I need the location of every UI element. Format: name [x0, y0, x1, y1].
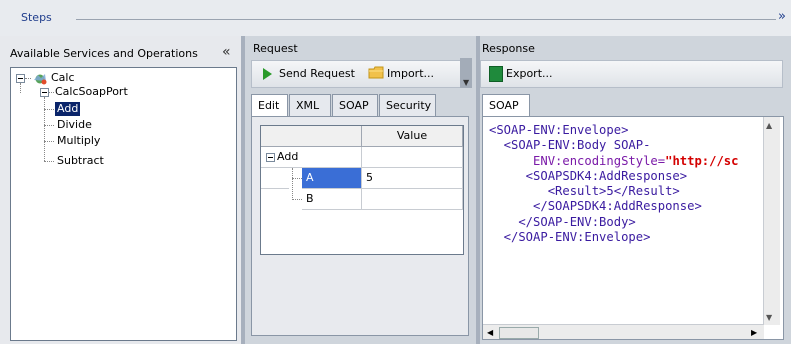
grid-name-a[interactable]: A: [302, 168, 362, 189]
tree-line: [25, 78, 31, 79]
tab-soap[interactable]: SOAP: [332, 94, 378, 116]
grid-tree-line: [292, 178, 302, 179]
response-tabs: SOAP: [482, 94, 782, 117]
xml-line: <SOAPSDK4:AddResponse>: [489, 168, 688, 183]
request-edit-content: Value Add A 5 B: [251, 116, 469, 336]
collapse-add-icon[interactable]: [266, 153, 275, 162]
grid-value-b[interactable]: [362, 189, 463, 210]
tree-item-calc[interactable]: Calc: [51, 71, 75, 85]
tree-line: [44, 141, 54, 142]
tree-line: [44, 97, 45, 161]
horizontal-scrollbar[interactable]: ◀ ▶: [483, 324, 764, 339]
tree-line: [49, 92, 54, 93]
response-title: Response: [482, 42, 535, 55]
soap-xml-text[interactable]: <SOAP-ENV:Envelope> <SOAP-ENV:Body SOAP-…: [489, 123, 759, 293]
services-tree[interactable]: Calc CalcSoapPort Add Divide Multiply Su…: [10, 67, 237, 341]
tab-xml[interactable]: XML: [289, 94, 331, 116]
request-panel: Request Send Request Import... ▼ Edit XM…: [245, 36, 476, 344]
response-toolbar: Export...: [480, 60, 783, 88]
service-icon: [34, 74, 47, 85]
send-request-button[interactable]: Send Request: [279, 67, 355, 80]
request-tabs: Edit XML SOAP Security: [251, 94, 463, 117]
export-button[interactable]: Export...: [506, 67, 553, 80]
response-soap-view: <SOAP-ENV:Envelope> <SOAP-ENV:Body SOAP-…: [482, 116, 784, 340]
tree-line: [44, 161, 54, 162]
folder-icon[interactable]: [368, 66, 384, 79]
tab-response-soap[interactable]: SOAP: [482, 94, 530, 117]
steps-divider: [76, 19, 776, 20]
tree-item-add[interactable]: Add: [55, 102, 81, 116]
request-title: Request: [253, 42, 298, 55]
tree-item-divide[interactable]: Divide: [57, 118, 92, 132]
xml-line: <SOAP-ENV:Envelope>: [489, 123, 629, 137]
collapse-port-icon[interactable]: [40, 88, 49, 97]
horizontal-scroll-thumb[interactable]: [499, 327, 539, 339]
play-icon[interactable]: [263, 68, 272, 80]
grid-tree-line: [292, 168, 293, 200]
xml-line: </SOAP-ENV:Body>: [489, 214, 636, 229]
grid-value-add[interactable]: [362, 147, 463, 168]
tree-line: [20, 83, 21, 93]
grid-header-value: Value: [362, 126, 463, 147]
collapse-calc-icon[interactable]: [16, 74, 25, 83]
grid-indent: [261, 168, 289, 189]
xml-line: </SOAPSDK4:AddResponse>: [489, 199, 702, 214]
scroll-left-icon[interactable]: ◀: [487, 328, 493, 337]
grid-row-add[interactable]: Add: [261, 147, 362, 168]
scroll-right-icon[interactable]: ▶: [751, 328, 757, 337]
grid-header-name: [261, 126, 362, 147]
grid-name-b[interactable]: B: [302, 189, 362, 210]
scroll-up-icon[interactable]: ▲: [766, 121, 772, 130]
export-icon[interactable]: [489, 66, 503, 82]
tree-item-multiply[interactable]: Multiply: [57, 134, 100, 148]
tab-edit[interactable]: Edit: [251, 94, 288, 117]
grid-tree-line: [292, 199, 302, 200]
tree-line: [44, 125, 54, 126]
tree-item-subtract[interactable]: Subtract: [57, 154, 104, 168]
steps-bar: Steps »: [0, 0, 791, 36]
grid-value-a[interactable]: 5: [362, 168, 463, 189]
collapse-panel-icon[interactable]: «: [222, 44, 231, 60]
toolbar-overflow-button[interactable]: ▼: [460, 58, 472, 88]
services-title: Available Services and Operations: [10, 47, 198, 60]
request-toolbar: Send Request Import...: [251, 60, 465, 88]
parameter-grid[interactable]: Value Add A 5 B: [260, 125, 464, 255]
steps-expand-icon[interactable]: »: [778, 9, 786, 24]
import-button[interactable]: Import...: [387, 67, 434, 80]
tree-item-calcsoapport[interactable]: CalcSoapPort: [55, 85, 128, 99]
scroll-down-icon[interactable]: ▼: [766, 313, 772, 322]
vertical-scrollbar[interactable]: ▲ ▼: [763, 117, 780, 325]
xml-line: <SOAP-ENV:Body SOAP-: [489, 138, 651, 153]
services-panel: Available Services and Operations « Calc…: [0, 36, 241, 344]
tree-line: [44, 109, 54, 110]
xml-line: ENV:encodingStyle="http://sc: [489, 153, 739, 168]
encoding-style-value: "http://sc: [665, 153, 739, 168]
xml-line: <Result>5</Result>: [489, 184, 680, 199]
steps-label[interactable]: Steps: [21, 11, 52, 24]
tab-security[interactable]: Security: [379, 94, 436, 116]
response-panel: Response Export... SOAP <SOAP-ENV:Envelo…: [480, 36, 791, 344]
xml-line: </SOAP-ENV:Envelope>: [489, 230, 651, 245]
